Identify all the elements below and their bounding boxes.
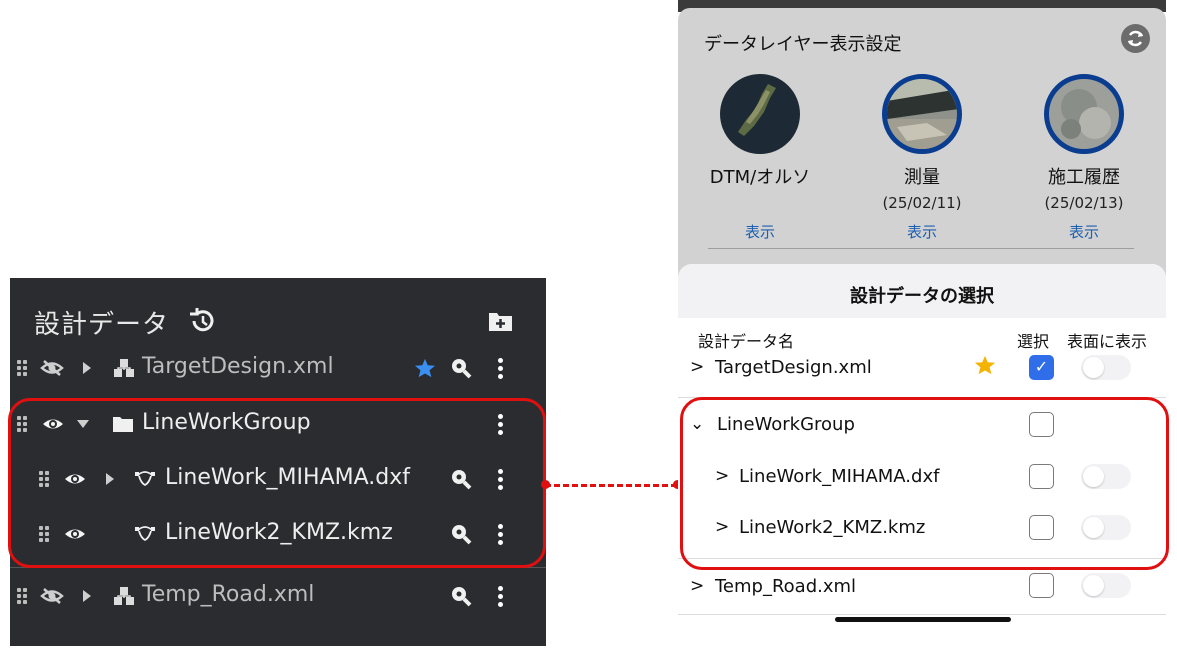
- survey-thumbnail[interactable]: [882, 74, 962, 154]
- home-indicator[interactable]: [835, 617, 1011, 622]
- highlight-box: [680, 397, 1169, 570]
- zoom-to-icon[interactable]: [450, 348, 472, 388]
- design-file-icon: [113, 348, 135, 388]
- star-icon[interactable]: [974, 354, 996, 380]
- column-header-name: 設計データ名: [698, 332, 795, 351]
- eye-off-icon[interactable]: [40, 576, 64, 616]
- row-label: TargetDesign.xml: [142, 354, 334, 379]
- select-checkbox[interactable]: ✓: [1029, 355, 1054, 380]
- connector-dot: [541, 480, 550, 489]
- eye-off-icon[interactable]: [40, 348, 64, 388]
- drag-handle-icon[interactable]: [17, 576, 27, 616]
- layer-date: (25/02/13): [1044, 194, 1124, 212]
- layer-name: 測量: [904, 167, 940, 188]
- star-icon[interactable]: [414, 348, 436, 388]
- connector-line: [545, 484, 677, 487]
- row-label[interactable]: Temp_Road.xml: [715, 576, 856, 597]
- layer-name: 施工履歴: [1048, 167, 1120, 188]
- column-header-surface: 表面に表示: [1067, 332, 1148, 351]
- surface-toggle[interactable]: [1081, 355, 1131, 380]
- sheet-title: データレイヤー表示設定: [704, 34, 902, 55]
- sheet-title: 設計データの選択: [850, 286, 994, 307]
- construction-history-thumbnail[interactable]: [1044, 74, 1124, 154]
- select-checkbox[interactable]: [1029, 573, 1054, 598]
- list-item[interactable]: TargetDesign.xml: [10, 348, 546, 388]
- layer-show-button[interactable]: 表示: [690, 221, 830, 242]
- more-options-icon[interactable]: [497, 576, 503, 616]
- panel-title: 設計データ: [34, 310, 170, 340]
- design-file-icon: [113, 576, 135, 616]
- new-folder-icon[interactable]: [488, 310, 514, 336]
- history-icon[interactable]: [186, 308, 216, 338]
- layer-show-button[interactable]: 表示: [1014, 221, 1154, 242]
- highlight-box: [8, 398, 546, 568]
- chevron-right-icon[interactable]: >: [690, 576, 704, 596]
- layer-name: DTM/オルソ: [709, 167, 811, 188]
- surface-toggle[interactable]: [1081, 573, 1131, 598]
- row-label[interactable]: TargetDesign.xml: [715, 357, 872, 378]
- data-layer-sheet: データレイヤー表示設定 DTM/オルソ 表示 測量 (25/02/11) 表示 …: [678, 8, 1166, 276]
- drag-handle-icon[interactable]: [17, 348, 27, 388]
- layer-show-button[interactable]: 表示: [852, 221, 992, 242]
- refresh-icon[interactable]: [1121, 24, 1150, 53]
- list-item[interactable]: Temp_Road.xml: [10, 576, 546, 616]
- column-header-select: 選択: [1017, 332, 1050, 351]
- chevron-right-icon[interactable]: >: [690, 357, 704, 377]
- more-options-icon[interactable]: [497, 348, 503, 388]
- row-label: Temp_Road.xml: [142, 582, 315, 607]
- divider: [708, 248, 1134, 249]
- zoom-to-icon[interactable]: [450, 576, 472, 616]
- expand-arrow-icon[interactable]: [82, 348, 92, 388]
- expand-arrow-icon[interactable]: [82, 576, 92, 616]
- dtm-thumbnail[interactable]: [720, 74, 800, 154]
- layer-date: (25/02/11): [882, 194, 962, 212]
- divider: [678, 614, 1166, 615]
